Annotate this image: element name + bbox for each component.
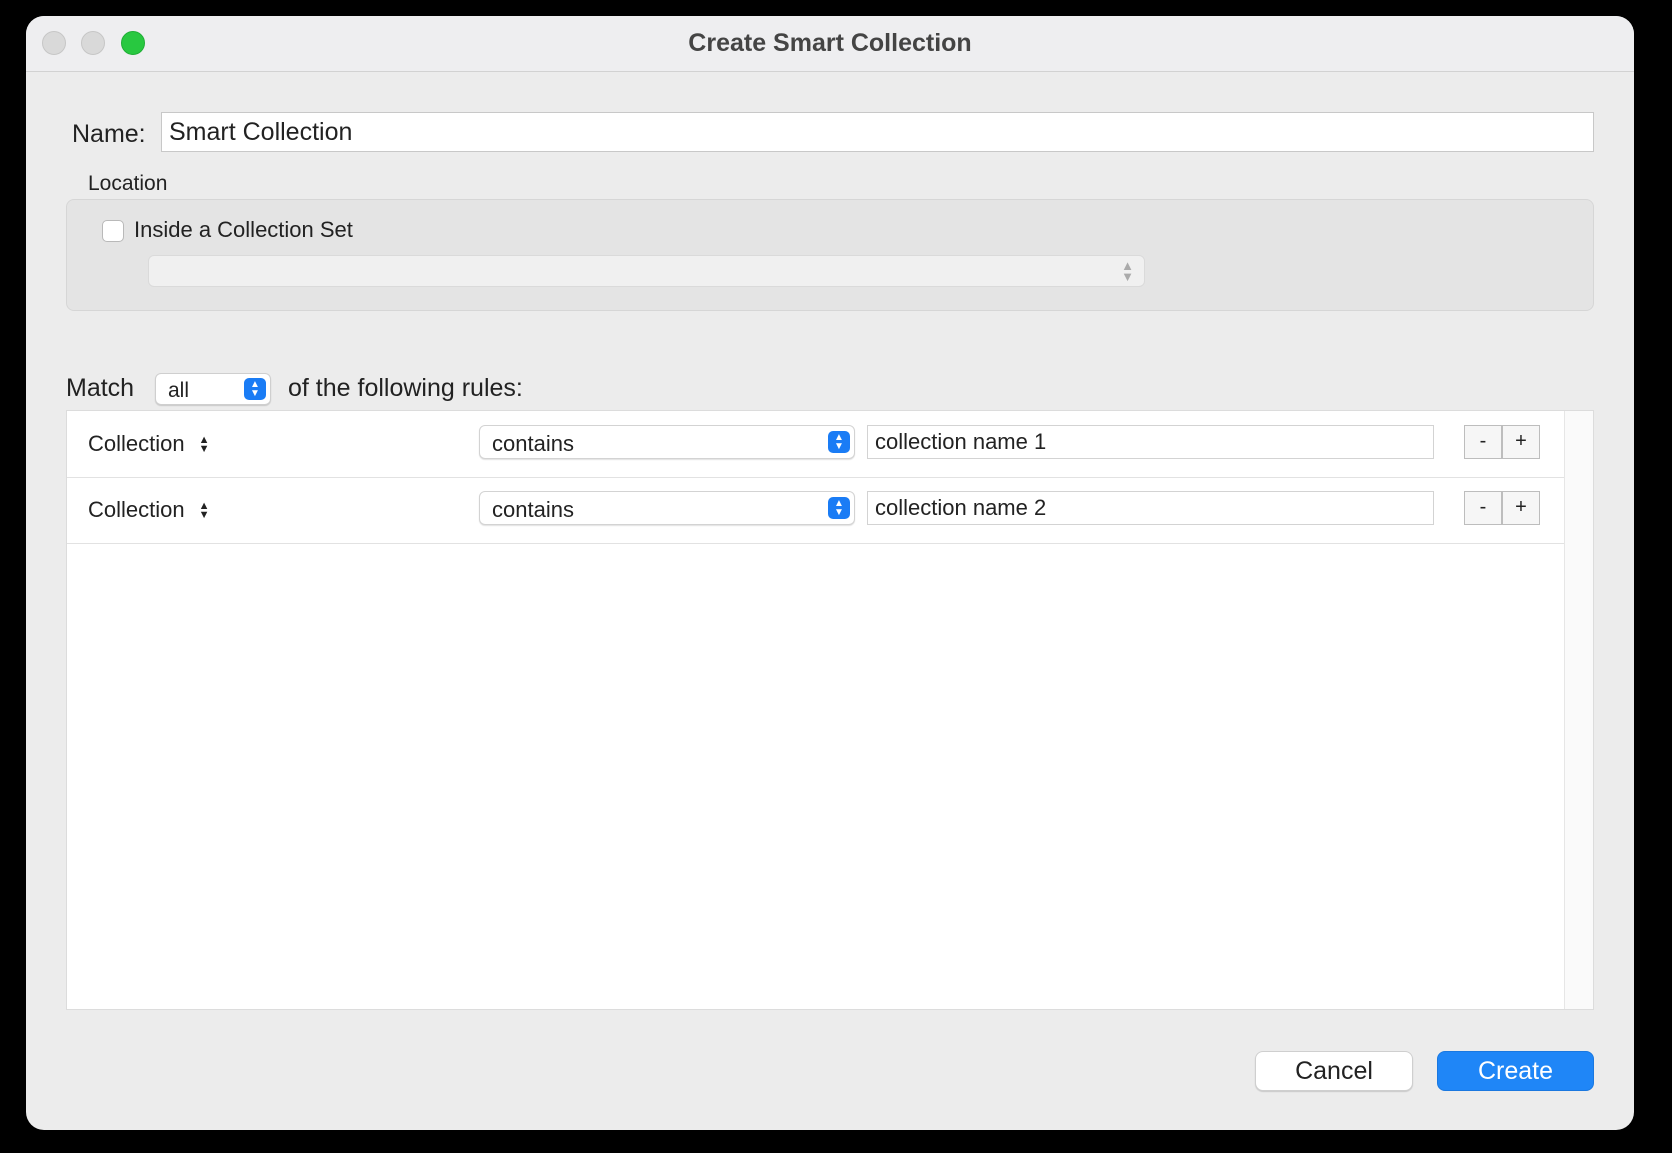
cancel-button[interactable]: Cancel — [1255, 1051, 1413, 1091]
name-input[interactable] — [161, 112, 1594, 152]
rule-operator-value: contains — [492, 497, 574, 522]
match-mode-select[interactable]: all ▲ ▼ — [155, 373, 271, 405]
add-rule-button[interactable]: + — [1502, 425, 1540, 459]
rule-value-input[interactable] — [867, 425, 1434, 459]
match-prefix-label: Match — [66, 374, 135, 402]
match-mode-value: all — [168, 379, 190, 402]
create-smart-collection-dialog: Create Smart Collection Name: Location I… — [26, 16, 1634, 1130]
inside-collection-set-checkbox[interactable] — [102, 220, 124, 242]
rule-field-select[interactable]: Collection ▲ ▼ — [88, 497, 210, 523]
chevron-up-down-icon: ▲ ▼ — [1121, 258, 1134, 284]
title-bar: Create Smart Collection — [26, 16, 1634, 72]
location-label: Location — [88, 172, 168, 195]
window-title: Create Smart Collection — [688, 29, 972, 57]
chevron-up-down-icon: ▲ ▼ — [244, 378, 266, 400]
create-button[interactable]: Create — [1437, 1051, 1594, 1091]
rule-field-value: Collection — [88, 431, 185, 456]
chevron-up-down-icon: ▲ ▼ — [828, 497, 850, 519]
inside-collection-set-label[interactable]: Inside a Collection Set — [134, 217, 353, 243]
chevron-up-down-icon: ▲ ▼ — [198, 500, 210, 522]
rule-value-input[interactable] — [867, 491, 1434, 525]
collection-set-select: ▲ ▼ — [148, 255, 1145, 287]
rule-field-value: Collection — [88, 497, 185, 522]
rule-operator-select[interactable]: contains ▲ ▼ — [479, 425, 855, 459]
chevron-up-down-icon: ▲ ▼ — [828, 431, 850, 453]
rule-field-select[interactable]: Collection ▲ ▼ — [88, 431, 210, 457]
name-label: Name: — [72, 120, 146, 148]
rules-scrollbar[interactable] — [1564, 411, 1593, 1009]
remove-rule-button[interactable]: - — [1464, 491, 1502, 525]
rule-row: Collection ▲▼ contains ▲▼ - + — [67, 411, 1565, 478]
rules-list: Collection ▲▼ contains ▲▼ - + Collection ▲… — [66, 410, 1594, 1010]
match-suffix-label: of the following rules: — [288, 374, 523, 402]
rule-operator-select[interactable]: contains ▲ ▼ — [479, 491, 855, 525]
remove-rule-button[interactable]: - — [1464, 425, 1502, 459]
rule-row: Collection ▲▼ contains ▲▼ - + — [67, 477, 1565, 544]
location-group: Inside a Collection Set ▲ ▼ — [66, 199, 1594, 311]
chevron-up-down-icon: ▲ ▼ — [198, 434, 210, 456]
rule-operator-value: contains — [492, 431, 574, 456]
add-rule-button[interactable]: + — [1502, 491, 1540, 525]
